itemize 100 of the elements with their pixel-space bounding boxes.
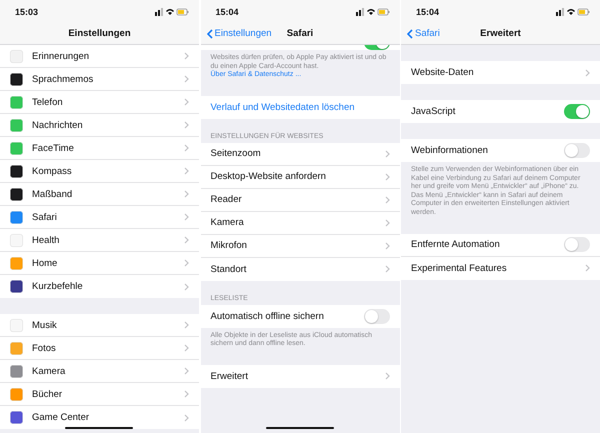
settings-row[interactable]: Sprachmemos [0,68,199,91]
settings-row[interactable]: FaceTime [0,137,199,160]
row-label: Webinformationen [411,145,489,156]
chevron-icon [184,213,189,221]
settings-row[interactable]: Kurzbefehle [0,275,199,298]
nav-title: Erweitert [480,28,521,39]
row-label: Kurzbefehle [32,281,84,292]
settings-row[interactable]: Standort [200,258,400,281]
chevron-icon [585,68,590,76]
row-label: JavaScript [411,106,456,117]
chevron-icon [184,367,189,375]
chevron-icon [384,242,390,250]
settings-row[interactable]: Safari [0,206,199,229]
status-icons [356,8,390,16]
row-label: Telefon [32,96,64,108]
settings-row[interactable]: Seitenzoom [200,142,400,166]
chevron-icon [184,190,189,198]
chevron-icon [585,264,590,272]
settings-row[interactable]: Game Center [0,406,199,429]
row-label: Kompass [32,166,73,176]
status-icons [556,8,590,16]
row-label: Standort [210,264,248,275]
chevron-icon [384,265,390,274]
settings-row[interactable]: Website-Daten [401,61,600,84]
row-label: FaceTime [32,142,75,154]
chevron-icon [184,390,189,398]
toggle-switch[interactable] [564,104,590,119]
row-label: Nachrichten [32,120,84,130]
toggle-switch[interactable] [564,143,590,158]
row-label: Kamera [32,366,66,376]
settings-row[interactable]: Maßband [0,183,199,206]
settings-row[interactable]: Health [0,229,199,252]
settings-row[interactable]: Fotos [0,337,199,360]
row-label: Fotos [32,342,57,354]
settings-row[interactable]: Mikrofon [200,234,400,258]
row-label: Experimental Features [411,262,508,274]
chevron-icon [384,150,390,158]
chevron-icon [184,144,189,152]
row-label: Maßband [32,188,74,200]
chevron-icon [184,75,189,83]
chevron-icon [184,167,189,175]
chevron-icon [384,218,390,227]
settings-row[interactable]: Automatisch offline sichern [200,304,400,328]
chevron-icon [184,414,189,422]
back-button[interactable]: Safari [407,28,440,39]
chevron-icon [184,259,189,267]
row-label: Automatisch offline sichern [210,310,325,322]
settings-row[interactable]: Erinnerungen [0,45,199,68]
chevron-icon [184,98,189,106]
chevron-icon [184,344,189,352]
settings-row[interactable]: Musik [0,314,199,337]
settings-row[interactable]: Kamera [200,212,400,235]
settings-row[interactable]: Nachrichten [0,114,199,137]
row-label: Website-Daten [411,67,475,78]
toggle-switch[interactable] [564,237,590,252]
row-label: Musik [32,320,58,330]
row-label: Bücher [32,388,64,400]
settings-row[interactable]: Erweitert [200,364,400,388]
nav-title: Safari [286,28,314,39]
settings-row[interactable]: Telefon [0,91,199,114]
settings-row[interactable]: Bücher [0,383,199,406]
chevron-icon [184,121,189,129]
chevron-icon [184,236,189,244]
row-label: Verlauf und Websitedaten löschen [210,102,356,113]
row-label: Mikrofon [210,240,248,252]
chevron-icon [184,282,189,290]
row-label: Entfernte Automation [411,239,501,250]
status-time: 15:04 [216,6,239,16]
settings-row[interactable]: Desktop-Website anfordern [200,166,400,189]
row-label: Seitenzoom [210,148,262,160]
back-chevron-icon [206,28,212,38]
settings-row[interactable]: Kamera [0,360,199,383]
row-label: Reader [210,194,243,206]
settings-row[interactable]: Reader [200,188,400,212]
settings-row[interactable]: Experimental Features [401,256,600,280]
settings-row[interactable]: JavaScript [401,100,600,123]
row-label: Desktop-Website anfordern [210,171,327,182]
settings-row[interactable]: Home [0,252,199,275]
settings-row[interactable]: Kompass [0,160,199,183]
toggle-switch[interactable] [364,308,390,324]
status-icons [155,8,189,16]
row-label: Game Center [32,412,90,423]
row-label: Kamera [210,217,245,228]
chevron-icon [184,52,189,60]
chevron-icon [384,372,390,380]
row-label: Erinnerungen [32,50,90,62]
settings-row[interactable]: Entfernte Automation [401,234,600,257]
chevron-icon [184,321,189,329]
row-label: Erweitert [210,370,249,382]
nav-title: Einstellungen [68,28,131,39]
row-label: Sprachmemos [32,74,94,84]
row-label: Health [32,234,60,246]
action-link[interactable]: Verlauf und Websitedaten löschen [200,96,400,119]
back-chevron-icon [407,28,413,38]
status-time: 15:03 [15,6,38,16]
back-button[interactable]: Einstellungen [206,28,272,39]
row-label: Home [32,258,58,268]
settings-row[interactable]: Webinformationen [401,139,600,162]
row-label: Safari [32,212,58,222]
chevron-icon [384,172,390,181]
